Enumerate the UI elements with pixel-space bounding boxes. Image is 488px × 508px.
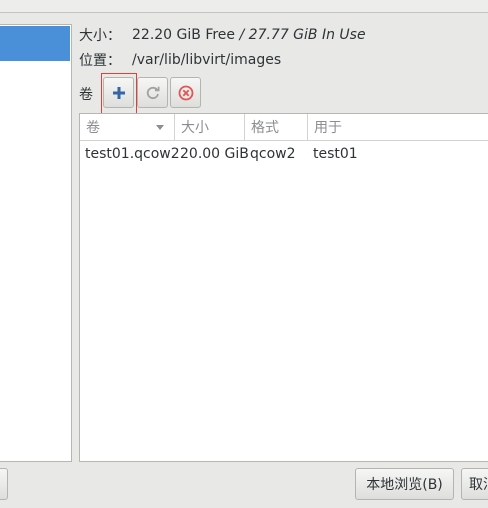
column-header-volume[interactable]: 卷 <box>80 114 175 141</box>
pool-location-value: /var/lib/libvirt/images <box>132 52 282 68</box>
window-top-edge <box>0 0 488 13</box>
storage-pool-list[interactable] <box>0 24 72 462</box>
column-header-label: 大小 <box>181 120 209 136</box>
pool-location-row: 位置： /var/lib/libvirt/images <box>79 50 281 70</box>
browse-local-button[interactable]: 本地浏览(B) <box>355 468 454 500</box>
bottom-left-button[interactable] <box>0 468 8 500</box>
add-volume-button[interactable] <box>103 77 134 108</box>
refresh-icon <box>146 86 159 99</box>
sort-arrow-icon <box>156 125 164 130</box>
pool-size-in-use: 27.77 GiB In Use <box>248 27 366 43</box>
volumes-label: 卷 <box>79 87 93 103</box>
pool-size-row: 大小： 22.20 GiB Free / 27.77 GiB In Use <box>79 25 366 45</box>
column-header-label: 卷 <box>86 120 100 136</box>
column-header-label: 格式 <box>251 120 279 136</box>
pool-size-label: 大小： <box>79 28 121 44</box>
pool-location-label: 位置： <box>79 53 121 69</box>
cell-volume-name: test01.qcow2 <box>85 146 180 162</box>
cell-volume-format: qcow2 <box>250 146 296 162</box>
pool-size-free: 22.20 GiB Free <box>132 27 236 43</box>
pool-size-separator: / <box>235 27 249 43</box>
refresh-volumes-button[interactable] <box>137 77 168 108</box>
delete-icon <box>178 85 193 100</box>
pool-size-value: 22.20 GiB Free / 27.77 GiB In Use <box>132 27 366 43</box>
delete-volume-button[interactable] <box>170 77 201 108</box>
column-header-size[interactable]: 大小 <box>175 114 245 141</box>
column-header-used-by[interactable]: 用于 <box>308 114 488 141</box>
cancel-button[interactable]: 取消 <box>461 468 488 500</box>
storage-pool-item-selected[interactable] <box>0 26 70 61</box>
cell-volume-size: 20.00 GiB <box>180 146 249 162</box>
volumes-table[interactable]: 卷 大小 格式 用于 test01.qcow2 20.00 GiB qcow2 … <box>79 113 488 462</box>
column-header-label: 用于 <box>314 120 342 136</box>
cell-volume-used-by: test01 <box>313 146 358 162</box>
plus-icon <box>112 86 125 99</box>
column-header-format[interactable]: 格式 <box>245 114 308 141</box>
